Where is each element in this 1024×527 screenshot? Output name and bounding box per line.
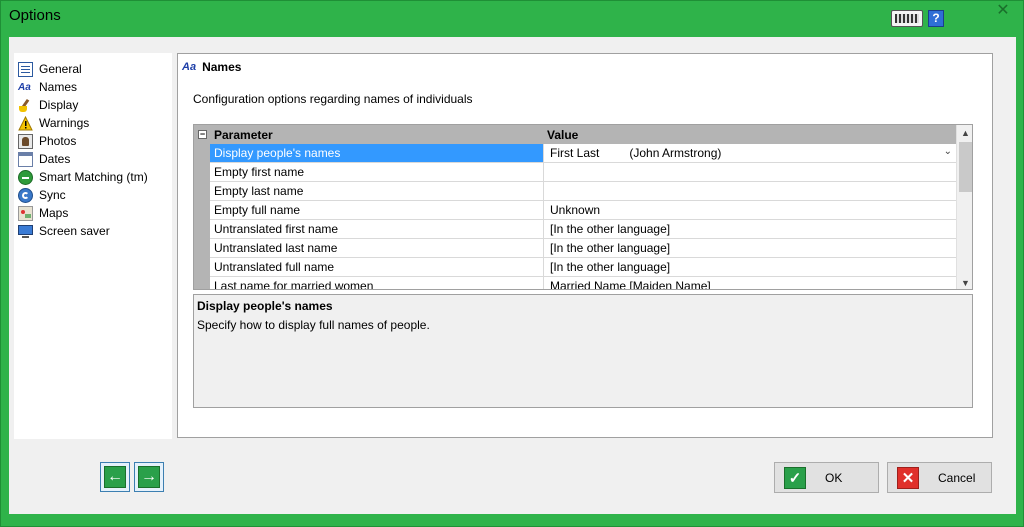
nav-item-label: Screen saver bbox=[39, 224, 110, 238]
value-cell[interactable]: [In the other language] bbox=[544, 239, 956, 257]
nav-item-display[interactable]: Display bbox=[18, 96, 168, 114]
nav-item-screen-saver[interactable]: Screen saver bbox=[18, 222, 168, 240]
nav-item-label: Smart Matching (tm) bbox=[39, 170, 148, 184]
nav-item-maps[interactable]: Maps bbox=[18, 204, 168, 222]
scroll-down-icon[interactable]: ▼ bbox=[957, 275, 972, 289]
back-button[interactable]: ← bbox=[100, 462, 130, 492]
document-icon bbox=[18, 61, 33, 77]
nav-item-label: Names bbox=[39, 80, 78, 94]
arrow-right-icon: → bbox=[138, 466, 160, 488]
parameter-cell[interactable]: Last name for married women bbox=[210, 277, 544, 289]
grid-row[interactable]: Last name for married women Married Name… bbox=[210, 277, 956, 289]
property-grid: − Parameter Value Display people's names… bbox=[193, 124, 973, 290]
nav-item-warnings[interactable]: Warnings bbox=[18, 114, 168, 132]
help-button[interactable]: ? bbox=[928, 10, 944, 27]
value-cell[interactable]: [In the other language] bbox=[544, 258, 956, 276]
grid-row[interactable]: Empty full name Unknown bbox=[210, 201, 956, 220]
panel-description: Configuration options regarding names of… bbox=[193, 92, 473, 106]
panel-title: Names bbox=[202, 60, 242, 74]
category-list: General Aa Names Display Warnings Photos… bbox=[14, 53, 172, 439]
monitor-icon bbox=[18, 224, 33, 239]
column-header-parameter[interactable]: Parameter bbox=[214, 128, 273, 142]
cancel-label: Cancel bbox=[938, 471, 976, 485]
window-title: Options bbox=[9, 7, 61, 24]
grid-row[interactable]: Untranslated last name [In the other lan… bbox=[210, 239, 956, 258]
nav-item-label: General bbox=[39, 62, 82, 76]
grid-row[interactable]: Display people's names First Last (John A… bbox=[210, 144, 956, 163]
nav-item-general[interactable]: General bbox=[18, 60, 168, 78]
ok-button[interactable]: ✓ OK bbox=[774, 462, 879, 493]
nav-item-label: Sync bbox=[39, 188, 66, 202]
value-text: First Last bbox=[550, 146, 600, 160]
nav-item-names[interactable]: Aa Names bbox=[18, 78, 168, 96]
nav-item-label: Warnings bbox=[39, 116, 90, 130]
forward-button[interactable]: → bbox=[134, 462, 164, 492]
chevron-down-icon[interactable]: ⌄ bbox=[944, 146, 952, 157]
parameter-cell[interactable]: Display people's names bbox=[210, 144, 544, 162]
options-window: Options ? ✕ General Aa Names Display War… bbox=[0, 0, 1024, 527]
grid-row[interactable]: Empty last name bbox=[210, 182, 956, 201]
nav-item-label: Maps bbox=[39, 206, 69, 220]
map-icon bbox=[18, 205, 33, 221]
description-box: Display people's names Specify how to di… bbox=[193, 294, 973, 408]
nav-item-smart-matching[interactable]: Smart Matching (tm) bbox=[18, 168, 168, 186]
scroll-thumb[interactable] bbox=[959, 142, 972, 192]
ok-label: OK bbox=[825, 471, 843, 485]
column-header-value[interactable]: Value bbox=[547, 128, 578, 142]
brush-icon bbox=[18, 98, 33, 113]
settings-panel: Aa Names Configuration options regarding… bbox=[177, 53, 993, 438]
parameter-cell[interactable]: Empty last name bbox=[210, 182, 544, 200]
nav-item-photos[interactable]: Photos bbox=[18, 132, 168, 150]
calendar-icon bbox=[18, 151, 33, 167]
nav-item-label: Photos bbox=[39, 134, 77, 148]
sync-icon bbox=[18, 187, 33, 203]
smart-matching-icon bbox=[18, 169, 33, 185]
grid-header: − Parameter Value bbox=[194, 125, 956, 144]
grid-row[interactable]: Empty first name bbox=[210, 163, 956, 182]
value-dropdown[interactable]: First Last (John Armstrong) ⌄ bbox=[544, 144, 956, 162]
help-title: Display people's names bbox=[197, 299, 333, 313]
cancel-button[interactable]: ✕ Cancel bbox=[887, 462, 992, 493]
parameter-cell[interactable]: Untranslated first name bbox=[210, 220, 544, 238]
parameter-cell[interactable]: Untranslated last name bbox=[210, 239, 544, 257]
value-cell[interactable] bbox=[544, 182, 956, 200]
font-aa-icon: Aa bbox=[182, 61, 197, 73]
grid-row[interactable]: Untranslated first name [In the other la… bbox=[210, 220, 956, 239]
parameter-cell[interactable]: Empty full name bbox=[210, 201, 544, 219]
collapse-toggle[interactable]: − bbox=[198, 130, 207, 139]
help-text: Specify how to display full names of peo… bbox=[197, 318, 430, 332]
panel-header: Aa Names bbox=[182, 58, 241, 76]
cancel-x-icon: ✕ bbox=[897, 467, 919, 489]
scroll-up-icon[interactable]: ▲ bbox=[957, 125, 972, 141]
name-preview: (John Armstrong) bbox=[629, 146, 722, 160]
nav-item-label: Display bbox=[39, 98, 79, 112]
parameter-cell[interactable]: Empty first name bbox=[210, 163, 544, 181]
parameter-cell[interactable]: Untranslated full name bbox=[210, 258, 544, 276]
value-cell[interactable]: Married Name [Maiden Name] bbox=[544, 277, 956, 289]
grid-row[interactable]: Untranslated full name [In the other lan… bbox=[210, 258, 956, 277]
nav-item-label: Dates bbox=[39, 152, 71, 166]
nav-item-sync[interactable]: Sync bbox=[18, 186, 168, 204]
dialog-client-area: General Aa Names Display Warnings Photos… bbox=[9, 37, 1016, 514]
close-button[interactable]: ✕ bbox=[989, 1, 1017, 22]
photo-icon bbox=[18, 133, 33, 149]
title-bar: Options ? ✕ bbox=[1, 1, 1023, 37]
checkmark-icon: ✓ bbox=[784, 467, 806, 489]
font-aa-icon: Aa bbox=[18, 81, 31, 93]
vertical-scrollbar[interactable]: ▲ ▼ bbox=[956, 125, 972, 289]
value-cell[interactable] bbox=[544, 163, 956, 181]
keyboard-icon[interactable] bbox=[891, 10, 923, 27]
value-cell[interactable]: Unknown bbox=[544, 201, 956, 219]
arrow-left-icon: ← bbox=[104, 466, 126, 488]
warning-icon bbox=[18, 115, 33, 131]
value-cell[interactable]: [In the other language] bbox=[544, 220, 956, 238]
nav-item-dates[interactable]: Dates bbox=[18, 150, 168, 168]
